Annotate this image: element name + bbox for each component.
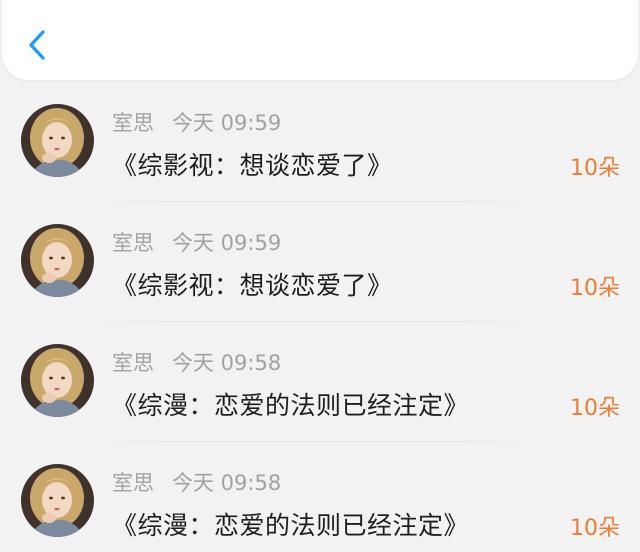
record-meta: 室思 今天 09:59 — [112, 108, 281, 136]
book-title: 《综漫：恋爱的法则已经注定》 — [112, 391, 470, 420]
gift-records-page: 室思 今天 09:59 《综影视：想谈恋爱了》 10朵 室思 今天 09:59 … — [0, 0, 640, 552]
sender-name: 室思 — [112, 231, 154, 255]
book-title: 《综影视：想谈恋爱了》 — [112, 271, 393, 300]
avatar[interactable] — [21, 464, 94, 537]
record-meta: 室思 今天 09:58 — [112, 468, 281, 496]
avatar[interactable] — [21, 224, 94, 297]
list-item[interactable]: 室思 今天 09:59 《综影视：想谈恋爱了》 10朵 — [0, 82, 640, 202]
record-meta: 室思 今天 09:59 — [112, 228, 281, 256]
avatar[interactable] — [21, 104, 94, 177]
sender-name: 室思 — [112, 111, 154, 135]
timestamp: 今天 09:59 — [172, 231, 282, 255]
avatar[interactable] — [21, 344, 94, 417]
timestamp: 今天 09:58 — [172, 471, 282, 495]
book-title: 《综漫：恋爱的法则已经注定》 — [112, 511, 470, 540]
timestamp: 今天 09:59 — [172, 111, 282, 135]
back-button[interactable] — [20, 26, 54, 64]
gift-record-list: 室思 今天 09:59 《综影视：想谈恋爱了》 10朵 室思 今天 09:59 … — [0, 82, 640, 552]
record-meta: 室思 今天 09:58 — [112, 348, 281, 376]
sender-name: 室思 — [112, 351, 154, 375]
timestamp: 今天 09:58 — [172, 351, 282, 375]
list-item[interactable]: 室思 今天 09:58 《综漫：恋爱的法则已经注定》 10朵 — [0, 442, 640, 552]
book-title: 《综影视：想谈恋爱了》 — [112, 151, 393, 180]
gift-amount: 10朵 — [570, 156, 620, 181]
gift-amount: 10朵 — [570, 396, 620, 421]
top-bar — [2, 0, 638, 80]
gift-amount: 10朵 — [570, 516, 620, 541]
gift-amount: 10朵 — [570, 276, 620, 301]
chevron-left-icon — [29, 30, 45, 60]
list-item[interactable]: 室思 今天 09:58 《综漫：恋爱的法则已经注定》 10朵 — [0, 322, 640, 442]
list-item[interactable]: 室思 今天 09:59 《综影视：想谈恋爱了》 10朵 — [0, 202, 640, 322]
sender-name: 室思 — [112, 471, 154, 495]
